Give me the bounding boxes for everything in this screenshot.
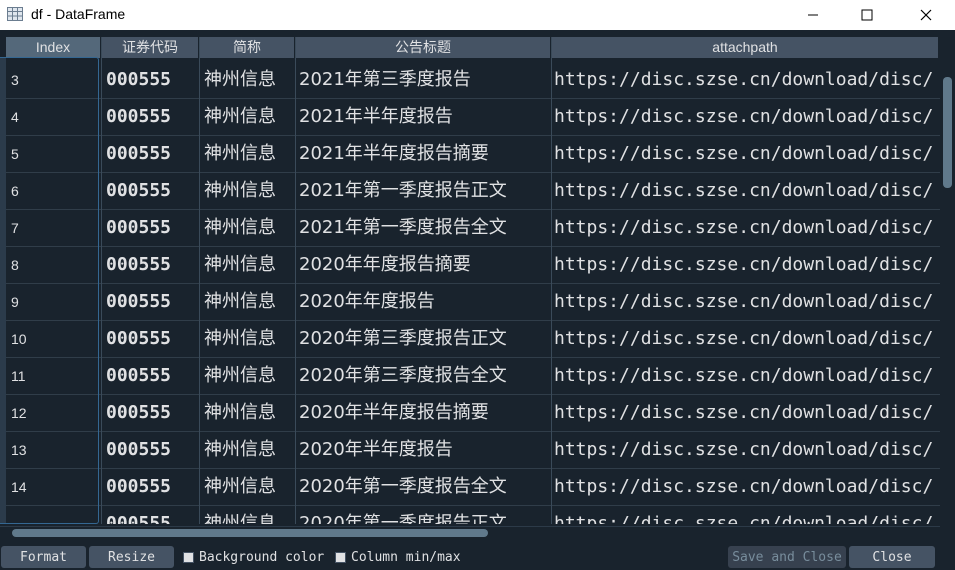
column-minmax-label: Column min/max xyxy=(351,550,461,565)
format-button[interactable]: Format xyxy=(1,546,86,568)
url-cell[interactable]: https://disc.szse.cn/download/disc/ xyxy=(552,99,940,136)
horizontal-scroll-thumb[interactable] xyxy=(12,529,488,537)
code-cell[interactable]: 000555 xyxy=(102,432,202,469)
resize-button[interactable]: Resize xyxy=(89,546,174,568)
table-row[interactable]: 9 000555 神州信息 2020年年度报告 https://disc.szs… xyxy=(0,284,940,321)
title-cell[interactable]: 2020年年度报告 xyxy=(296,284,553,321)
url-cell[interactable]: https://disc.szse.cn/download/disc/ xyxy=(552,136,940,173)
code-cell[interactable]: 000555 xyxy=(102,506,202,524)
minimize-icon xyxy=(808,14,818,16)
title-cell[interactable]: 2020年年度报告摘要 xyxy=(296,247,553,284)
name-cell[interactable]: 神州信息 xyxy=(200,432,298,469)
header-code[interactable]: 证券代码 xyxy=(102,37,198,58)
table-row[interactable]: 13 000555 神州信息 2020年半年度报告 https://disc.s… xyxy=(0,432,940,469)
table-row[interactable]: 11 000555 神州信息 2020年第三季度报告全文 https://dis… xyxy=(0,358,940,395)
index-column-frame xyxy=(0,57,99,524)
table-row[interactable]: 4 000555 神州信息 2021年半年度报告 https://disc.sz… xyxy=(0,99,940,136)
close-icon xyxy=(920,9,932,21)
table-row[interactable]: 000555 神州信息 2020年第一季度报告正文 https://disc.s… xyxy=(0,506,940,524)
title-cell[interactable]: 2021年第一季度报告正文 xyxy=(296,173,553,210)
title-cell[interactable]: 2020年第一季度报告正文 xyxy=(296,506,553,524)
maximize-button[interactable] xyxy=(844,0,890,30)
name-cell[interactable]: 神州信息 xyxy=(200,469,298,506)
column-divider xyxy=(101,37,102,524)
url-cell[interactable]: https://disc.szse.cn/download/disc/ xyxy=(552,358,940,395)
vertical-scroll-thumb[interactable] xyxy=(943,77,952,188)
name-cell[interactable]: 神州信息 xyxy=(200,62,298,99)
name-cell[interactable]: 神州信息 xyxy=(200,136,298,173)
code-cell[interactable]: 000555 xyxy=(102,136,202,173)
url-cell[interactable]: https://disc.szse.cn/download/disc/ xyxy=(552,284,940,321)
title-cell[interactable]: 2020年第三季度报告正文 xyxy=(296,321,553,358)
background-color-checkbox[interactable] xyxy=(183,552,194,563)
code-cell[interactable]: 000555 xyxy=(102,321,202,358)
url-cell[interactable]: https://disc.szse.cn/download/disc/ xyxy=(552,62,940,99)
name-cell[interactable]: 神州信息 xyxy=(200,173,298,210)
title-cell[interactable]: 2020年半年度报告摘要 xyxy=(296,395,553,432)
url-cell[interactable]: https://disc.szse.cn/download/disc/ xyxy=(552,247,940,284)
table-row[interactable]: 8 000555 神州信息 2020年年度报告摘要 https://disc.s… xyxy=(0,247,940,284)
title-bar: df - DataFrame xyxy=(0,0,955,30)
url-cell[interactable]: https://disc.szse.cn/download/disc/ xyxy=(552,210,940,247)
column-header: Index 证券代码 简称 公告标题 attachpath xyxy=(0,37,940,58)
url-cell[interactable]: https://disc.szse.cn/download/disc/ xyxy=(552,506,940,524)
table-row[interactable]: 3 000555 神州信息 2021年第三季度报告 https://disc.s… xyxy=(0,62,940,99)
table-row[interactable]: 14 000555 神州信息 2020年第一季度报告全文 https://dis… xyxy=(0,469,940,506)
code-cell[interactable]: 000555 xyxy=(102,358,202,395)
code-cell[interactable]: 000555 xyxy=(102,469,202,506)
column-divider xyxy=(295,37,296,524)
save-and-close-button[interactable]: Save and Close xyxy=(728,546,846,568)
code-cell[interactable]: 000555 xyxy=(102,99,202,136)
title-cell[interactable]: 2020年半年度报告 xyxy=(296,432,553,469)
title-cell[interactable]: 2021年半年度报告 xyxy=(296,99,553,136)
column-minmax-checkbox[interactable] xyxy=(335,552,346,563)
url-cell[interactable]: https://disc.szse.cn/download/disc/ xyxy=(552,469,940,506)
code-cell[interactable]: 000555 xyxy=(102,210,202,247)
code-cell[interactable]: 000555 xyxy=(102,284,202,321)
background-color-label: Background color xyxy=(199,550,325,565)
url-cell[interactable]: https://disc.szse.cn/download/disc/ xyxy=(552,321,940,358)
title-cell[interactable]: 2021年半年度报告摘要 xyxy=(296,136,553,173)
window-title: df - DataFrame xyxy=(31,6,126,22)
code-cell[interactable]: 000555 xyxy=(102,247,202,284)
name-cell[interactable]: 神州信息 xyxy=(200,284,298,321)
header-name[interactable]: 简称 xyxy=(200,37,294,58)
name-cell[interactable]: 神州信息 xyxy=(200,321,298,358)
title-cell[interactable]: 2020年第一季度报告全文 xyxy=(296,469,553,506)
url-cell[interactable]: https://disc.szse.cn/download/disc/ xyxy=(552,395,940,432)
table-row[interactable]: 7 000555 神州信息 2021年第一季度报告全文 https://disc… xyxy=(0,210,940,247)
data-grid: 3 000555 神州信息 2021年第三季度报告 https://disc.s… xyxy=(0,62,940,524)
title-cell[interactable]: 2021年第三季度报告 xyxy=(296,62,553,99)
close-button[interactable]: Close xyxy=(849,546,935,568)
table-icon xyxy=(7,7,23,21)
table-row[interactable]: 5 000555 神州信息 2021年半年度报告摘要 https://disc.… xyxy=(0,136,940,173)
name-cell[interactable]: 神州信息 xyxy=(200,395,298,432)
code-cell[interactable]: 000555 xyxy=(102,173,202,210)
header-index[interactable]: Index xyxy=(6,37,100,58)
header-title[interactable]: 公告标题 xyxy=(296,37,550,58)
code-cell[interactable]: 000555 xyxy=(102,395,202,432)
table-row[interactable]: 12 000555 神州信息 2020年半年度报告摘要 https://disc… xyxy=(0,395,940,432)
column-divider xyxy=(199,37,200,524)
url-cell[interactable]: https://disc.szse.cn/download/disc/ xyxy=(552,173,940,210)
header-attachpath[interactable]: attachpath xyxy=(552,37,938,58)
minimize-button[interactable] xyxy=(790,0,836,30)
url-cell[interactable]: https://disc.szse.cn/download/disc/ xyxy=(552,432,940,469)
name-cell[interactable]: 神州信息 xyxy=(200,210,298,247)
name-cell[interactable]: 神州信息 xyxy=(200,247,298,284)
maximize-icon xyxy=(861,9,873,21)
title-cell[interactable]: 2020年第三季度报告全文 xyxy=(296,358,553,395)
title-cell[interactable]: 2021年第一季度报告全文 xyxy=(296,210,553,247)
name-cell[interactable]: 神州信息 xyxy=(200,506,298,524)
name-cell[interactable]: 神州信息 xyxy=(200,358,298,395)
close-window-button[interactable] xyxy=(903,0,949,30)
column-divider xyxy=(551,37,552,524)
name-cell[interactable]: 神州信息 xyxy=(200,99,298,136)
table-row[interactable]: 10 000555 神州信息 2020年第三季度报告正文 https://dis… xyxy=(0,321,940,358)
code-cell[interactable]: 000555 xyxy=(102,62,202,99)
table-row[interactable]: 6 000555 神州信息 2021年第一季度报告正文 https://disc… xyxy=(0,173,940,210)
